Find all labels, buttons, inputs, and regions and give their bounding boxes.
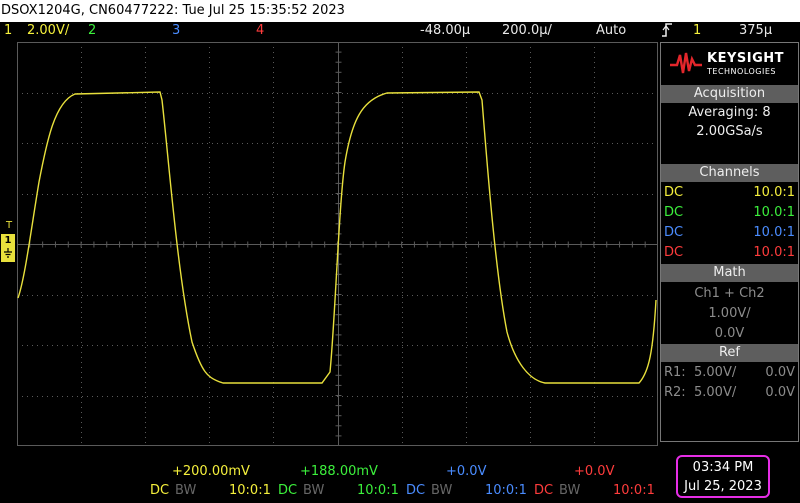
ch3-coupling: DC xyxy=(406,483,426,498)
ch4-probe: 10:0:1 xyxy=(613,483,655,498)
acquisition-header[interactable]: Acquisition xyxy=(661,85,798,103)
ch3-probe: 10:0:1 xyxy=(485,483,527,498)
status-bar: 1 2.00V/ 2 3 4 -48.00µ 200.0µ/ Auto 1 37… xyxy=(0,22,800,40)
side-panel: KEYSIGHT TECHNOLOGIES Acquisition Averag… xyxy=(660,42,799,442)
acquisition-rate: 2.00GSa/s xyxy=(696,124,763,139)
ch2-number[interactable]: 2 xyxy=(88,22,96,40)
channel-coupling: DC xyxy=(664,225,684,240)
waveform-display[interactable] xyxy=(17,42,658,446)
clock-date: Jul 25, 2023 xyxy=(684,479,762,494)
channel-probe: 10.0:1 xyxy=(753,185,795,200)
channel-probe: 10.0:1 xyxy=(753,205,795,220)
title-text: DSOX1204G, CN60477222: Tue Jul 25 15:35:… xyxy=(1,3,345,18)
ch2-probe: 10:0:1 xyxy=(357,483,399,498)
rising-edge-icon xyxy=(661,22,673,44)
ch1-scale[interactable]: 2.00V/ xyxy=(27,22,69,40)
ch3-offset[interactable]: +0.0V xyxy=(446,464,486,479)
ch4-bw: BW xyxy=(559,483,581,498)
ch1-offset[interactable]: +200.00mV xyxy=(172,464,250,479)
ch3-number[interactable]: 3 xyxy=(172,22,180,40)
trigger-mode[interactable]: Auto xyxy=(596,22,626,40)
math-header[interactable]: Math xyxy=(661,264,798,282)
ch2-bw: BW xyxy=(303,483,325,498)
clock-time: 03:34 PM xyxy=(692,460,754,475)
ref-name: R1: xyxy=(664,365,686,380)
ch1-ground-marker[interactable]: 1 xyxy=(1,234,15,262)
channel-coupling: DC xyxy=(664,205,684,220)
channel-coupling: DC xyxy=(664,185,684,200)
ref-scale: 5.00V/ xyxy=(694,365,737,380)
keysight-wave-icon xyxy=(670,52,702,74)
channel-probe: 10.0:1 xyxy=(753,225,795,240)
ch1-probe: 10:0:1 xyxy=(229,483,271,498)
timebase-readout[interactable]: 200.0µ/ xyxy=(502,22,552,40)
math-scale: 1.00V/ xyxy=(708,306,751,321)
ch4-coupling: DC xyxy=(534,483,554,498)
clock-display: 03:34 PM Jul 25, 2023 xyxy=(676,455,770,498)
ch4-offset[interactable]: +0.0V xyxy=(574,464,614,479)
math-expression: Ch1 + Ch2 xyxy=(694,286,765,301)
channel-probe: 10.0:1 xyxy=(753,245,795,260)
trigger-level[interactable]: 375µ xyxy=(739,22,772,40)
ref-offset: 0.0V xyxy=(765,385,795,400)
channel-readout-bar: +200.00mV DC BW 10:0:1 +188.00mV DC BW 1… xyxy=(0,462,660,503)
acquisition-mode: Averaging: 8 xyxy=(688,105,771,120)
ref-scale: 5.00V/ xyxy=(694,385,737,400)
ref-header[interactable]: Ref xyxy=(661,344,798,362)
channels-header[interactable]: Channels xyxy=(661,164,798,182)
math-offset: 0.0V xyxy=(714,326,745,341)
trigger-level-label: T xyxy=(6,220,13,231)
ch2-coupling: DC xyxy=(278,483,298,498)
channel-coupling: DC xyxy=(664,245,684,260)
ch4-number[interactable]: 4 xyxy=(256,22,264,40)
ch3-bw: BW xyxy=(431,483,453,498)
ch1-number[interactable]: 1 xyxy=(4,22,12,40)
trigger-source[interactable]: 1 xyxy=(693,22,701,40)
ground-icon xyxy=(4,248,12,258)
ch2-offset[interactable]: +188.00mV xyxy=(300,464,378,479)
ref-offset: 0.0V xyxy=(765,365,795,380)
title-bar: DSOX1204G, CN60477222: Tue Jul 25 15:35:… xyxy=(0,0,800,22)
ref-name: R2: xyxy=(664,385,686,400)
ch1-coupling: DC xyxy=(150,483,170,498)
brand-name: KEYSIGHT xyxy=(707,51,784,66)
brand-sub: TECHNOLOGIES xyxy=(707,67,776,76)
ground-marker-label: 1 xyxy=(4,235,12,246)
ch1-bw: BW xyxy=(175,483,197,498)
brand-logo: KEYSIGHT TECHNOLOGIES xyxy=(661,43,798,83)
delay-readout[interactable]: -48.00µ xyxy=(420,22,470,40)
